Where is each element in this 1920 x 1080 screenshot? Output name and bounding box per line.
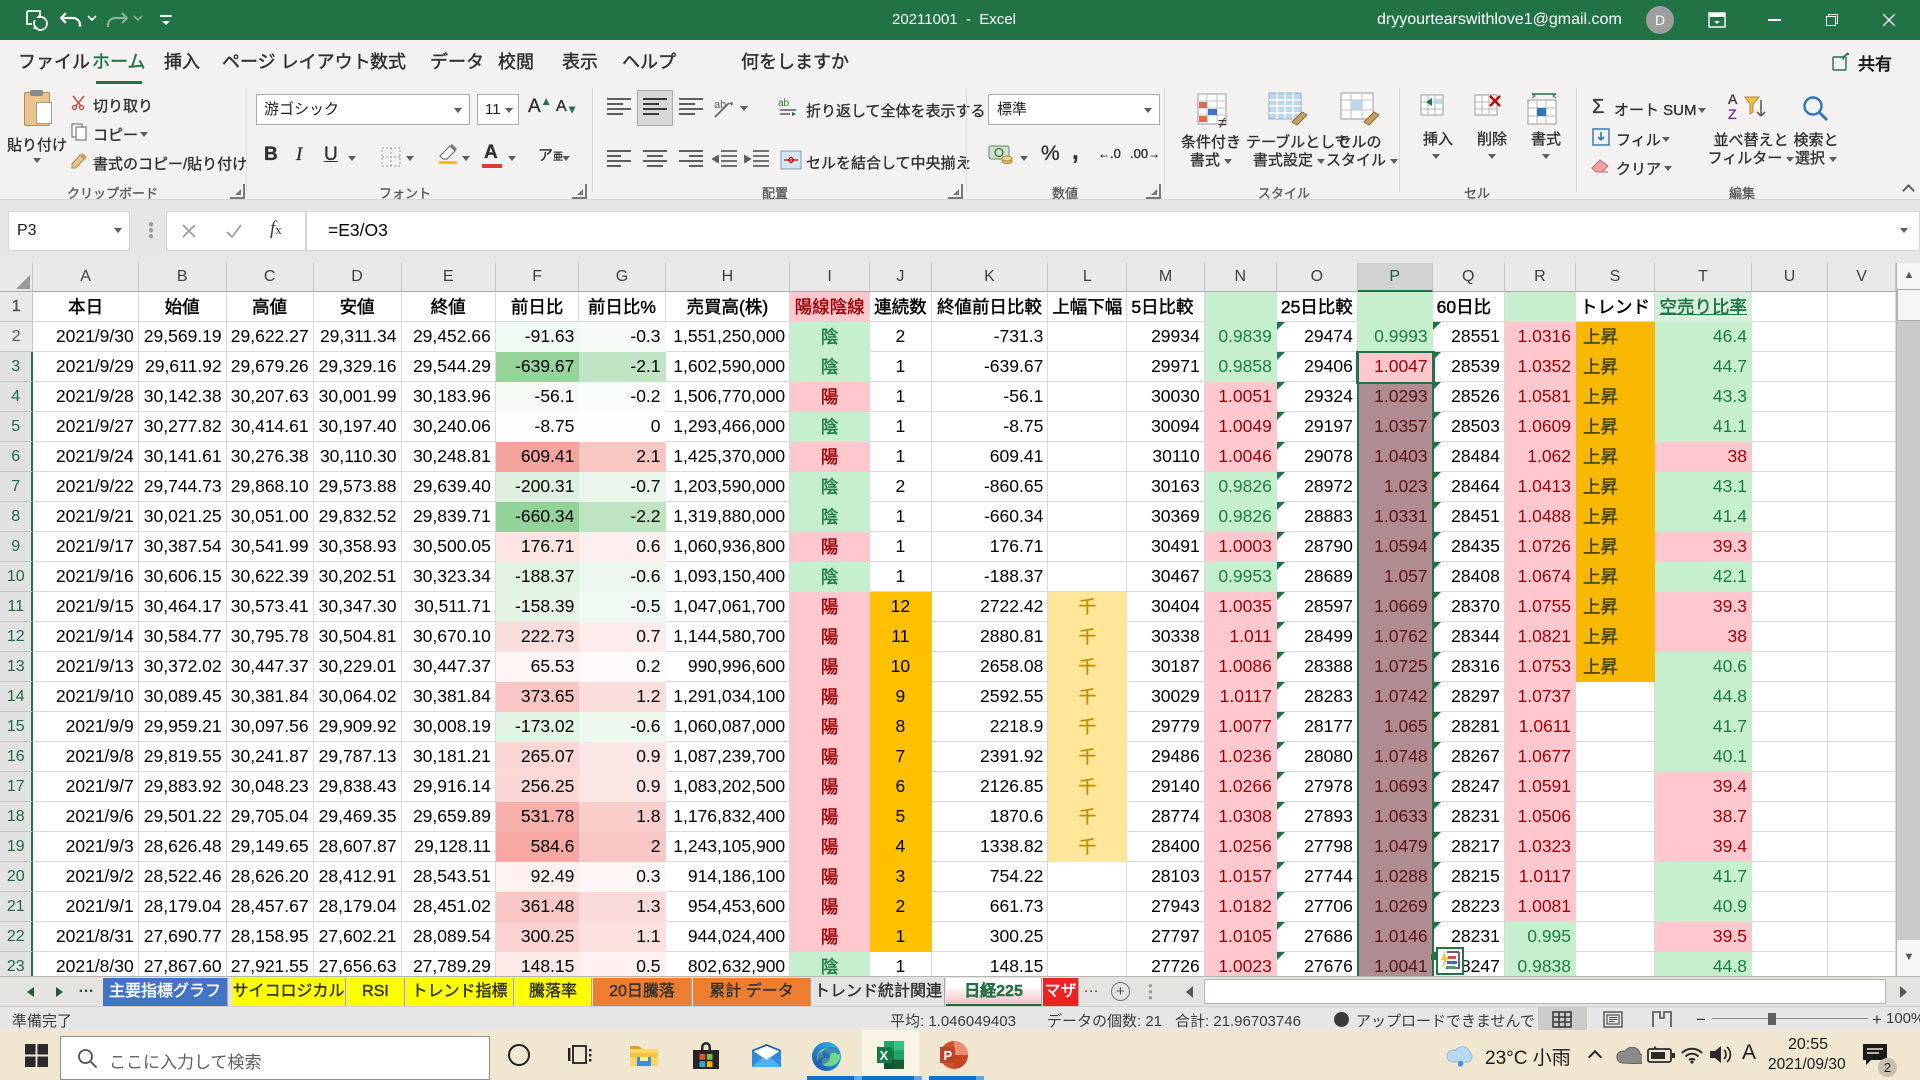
svg-text:ab: ab [714, 99, 726, 111]
svg-text:P: P [944, 1048, 953, 1063]
svg-text:≠: ≠ [1218, 115, 1227, 132]
svg-text:X: X [880, 1048, 889, 1063]
svg-text:ab: ab [778, 98, 790, 109]
